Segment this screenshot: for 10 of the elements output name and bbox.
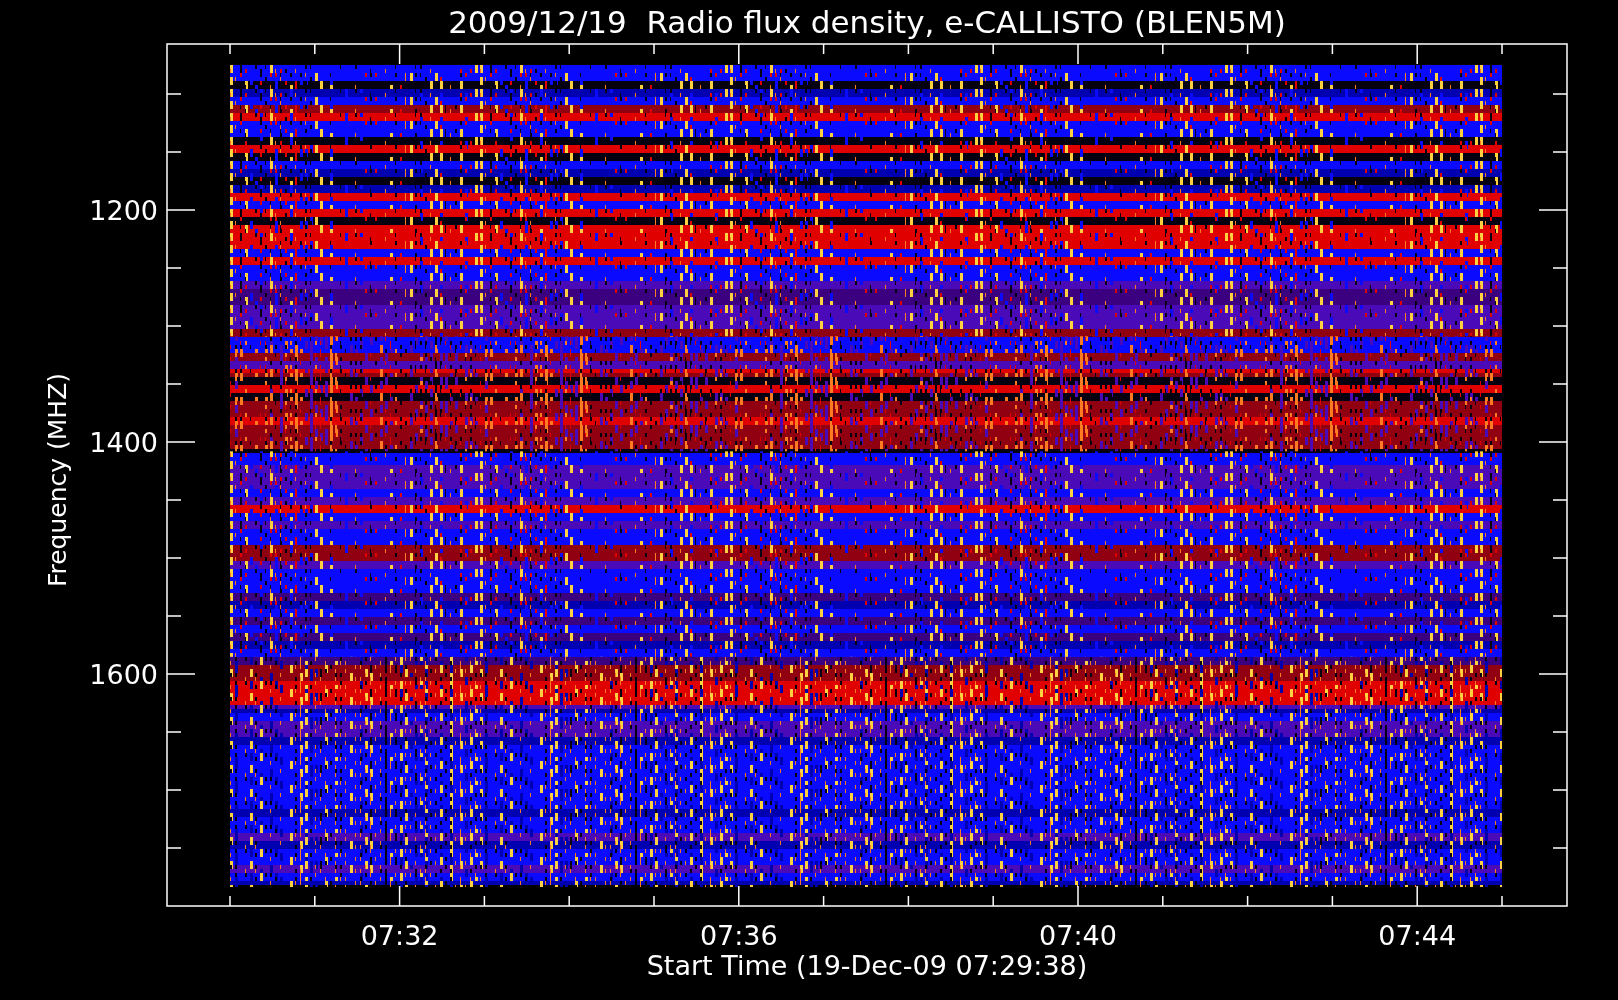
y-tick-label: 1200 — [89, 195, 158, 226]
y-tick-label: 1400 — [89, 427, 158, 458]
x-tick-label: 07:40 — [1039, 920, 1117, 951]
x-tick-label: 07:32 — [360, 920, 439, 951]
plot-title: 2009/12/19 Radio flux density, e-CALLISTO (BLEN5M) — [448, 4, 1286, 40]
y-tick-label: 1600 — [89, 659, 158, 690]
x-tick-label: 07:44 — [1378, 920, 1457, 951]
x-tick-label: 07:36 — [699, 920, 778, 951]
y-axis-label: Frequency (MHZ) — [43, 372, 72, 588]
x-axis-label: Start Time (19-Dec-09 07:29:38) — [646, 950, 1088, 981]
